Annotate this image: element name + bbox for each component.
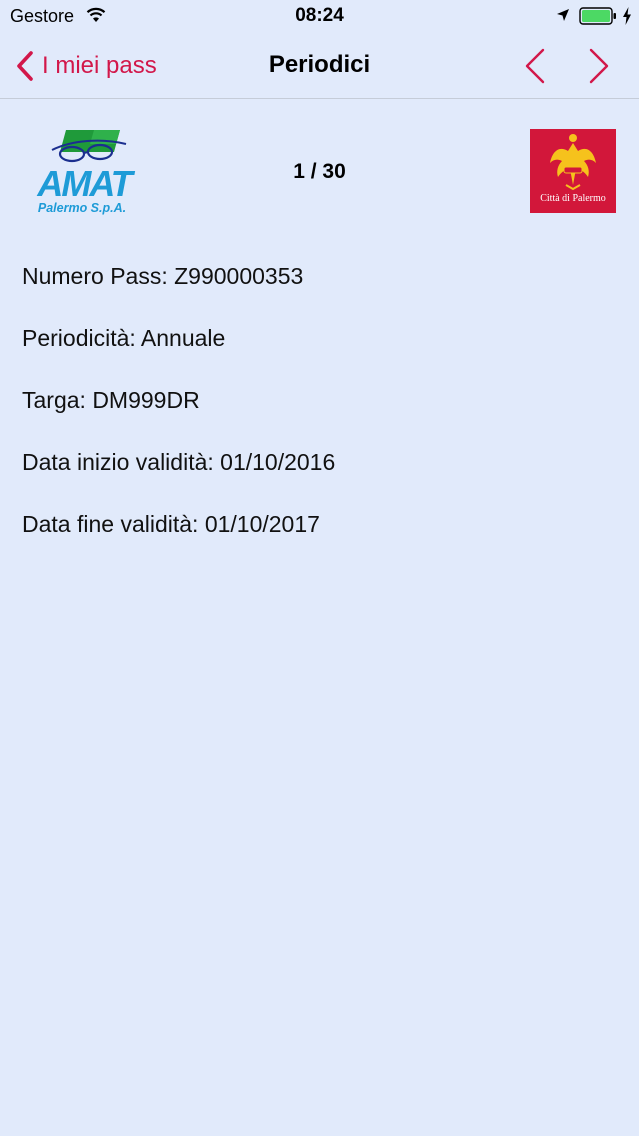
amat-logo-subtitle: Palermo S.p.A. bbox=[38, 201, 126, 215]
data-fine-validita: Data fine validità: 01/10/2017 bbox=[22, 511, 320, 537]
previous-pass-button[interactable] bbox=[522, 46, 548, 86]
data-inizio-validita: Data inizio validità: 01/10/2016 bbox=[22, 449, 336, 475]
citta-di-palermo-label: Città di Palermo bbox=[540, 193, 606, 204]
pass-details: Numero Pass: Z990000353 Periodicità: Ann… bbox=[22, 262, 335, 572]
location-arrow-icon bbox=[557, 9, 569, 21]
charging-bolt-icon bbox=[623, 7, 631, 25]
targa: Targa: DM999DR bbox=[22, 387, 200, 413]
next-pass-button[interactable] bbox=[586, 46, 612, 86]
battery-icon bbox=[579, 7, 616, 25]
status-bar: Gestore 08:24 bbox=[0, 0, 639, 34]
clock: 08:24 bbox=[295, 5, 344, 26]
periodicita: Periodicità: Annuale bbox=[22, 325, 226, 351]
citta-di-palermo-logo: Città di Palermo bbox=[530, 129, 616, 213]
navigation-bar: I miei pass Periodici bbox=[0, 34, 639, 99]
eagle-crest-icon bbox=[550, 134, 596, 191]
numero-pass: Numero Pass: Z990000353 bbox=[22, 263, 304, 289]
